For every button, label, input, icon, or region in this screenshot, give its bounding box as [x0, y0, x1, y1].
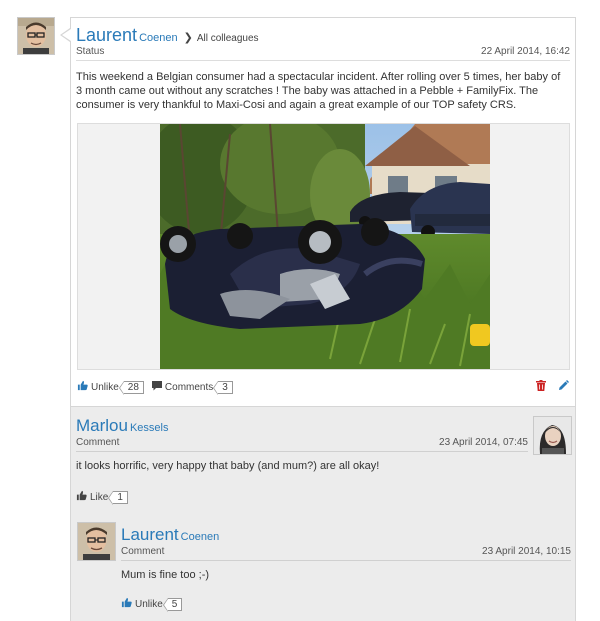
comment-author-first[interactable]: Marlou [76, 416, 128, 435]
like-count[interactable]: 1 [108, 490, 128, 505]
comment-timestamp: 23 April 2014, 07:45 [439, 437, 528, 448]
comments-section: Marlou Kessels Comment 23 April 2014, 07:… [70, 407, 576, 621]
author-avatar[interactable] [17, 17, 55, 55]
post-type: Status [76, 46, 105, 57]
comment-meta: Comment 23 April 2014, 07:45 [76, 437, 528, 452]
chevron-right-icon: ❯ [183, 32, 193, 44]
speech-bubble-icon [151, 380, 162, 394]
comments-button[interactable]: Comments 3 [151, 380, 233, 395]
reply-unlike-label: Unlike [135, 598, 163, 610]
reply-text: Mum is fine too ;-) [121, 569, 210, 581]
post-card: Laurent Coenen ❯ All colleagues Status 22 A… [60, 17, 576, 407]
comment-like-button[interactable]: Like 1 [76, 490, 128, 505]
post-timestamp: 22 April 2014, 16:42 [481, 46, 570, 57]
audience-link[interactable]: All colleagues [197, 33, 259, 44]
reply-meta: Comment 23 April 2014, 10:15 [121, 546, 571, 561]
reply: Laurent Coenen Comment 23 April 2014, 10:… [121, 525, 571, 581]
pencil-icon[interactable] [558, 380, 569, 394]
post-action-bar: Unlike 28 Comments 3 [77, 379, 569, 395]
reply-type: Comment [121, 546, 165, 557]
post-meta: Status 22 April 2014, 16:42 [76, 46, 570, 61]
comment-type: Comment [76, 437, 120, 448]
reply-author-first[interactable]: Laurent [121, 525, 179, 544]
reply-unlike-count[interactable]: 5 [162, 597, 183, 612]
unlike-count[interactable]: 28 [118, 380, 144, 395]
author-first-name[interactable]: Laurent [76, 25, 137, 45]
comment-text: it looks horrific, very happy that baby … [76, 460, 380, 472]
comments-count[interactable]: 3 [213, 380, 233, 395]
thumbs-up-icon [76, 490, 87, 504]
trash-icon[interactable] [536, 380, 546, 394]
post-image[interactable] [160, 124, 490, 369]
unlike-button[interactable]: Unlike 28 [77, 380, 144, 395]
comment-author-avatar[interactable] [533, 416, 572, 455]
comments-label: Comments [164, 381, 214, 393]
author-last-name[interactable]: Coenen [139, 32, 178, 44]
reply-timestamp: 23 April 2014, 10:15 [482, 546, 571, 557]
reply-author-last[interactable]: Coenen [181, 531, 220, 543]
like-label: Like [90, 491, 109, 503]
thumbs-up-icon [77, 380, 88, 394]
post-image-frame [77, 123, 570, 370]
post-text: This weekend a Belgian consumer had a sp… [76, 71, 561, 111]
thumbs-up-icon [121, 597, 132, 611]
comment: Marlou Kessels Comment 23 April 2014, 07:… [76, 416, 528, 472]
unlike-label: Unlike [91, 381, 119, 393]
reply-unlike-button[interactable]: Unlike 5 [121, 597, 183, 612]
comment-author-last[interactable]: Kessels [130, 422, 169, 434]
comment-author: Marlou Kessels [76, 416, 528, 436]
reply-author: Laurent Coenen [121, 525, 571, 545]
reply-author-avatar[interactable] [77, 522, 116, 561]
post-author-line: Laurent Coenen ❯ All colleagues [76, 25, 570, 46]
post-header: Laurent Coenen ❯ All colleagues Status 22 A… [76, 25, 570, 61]
